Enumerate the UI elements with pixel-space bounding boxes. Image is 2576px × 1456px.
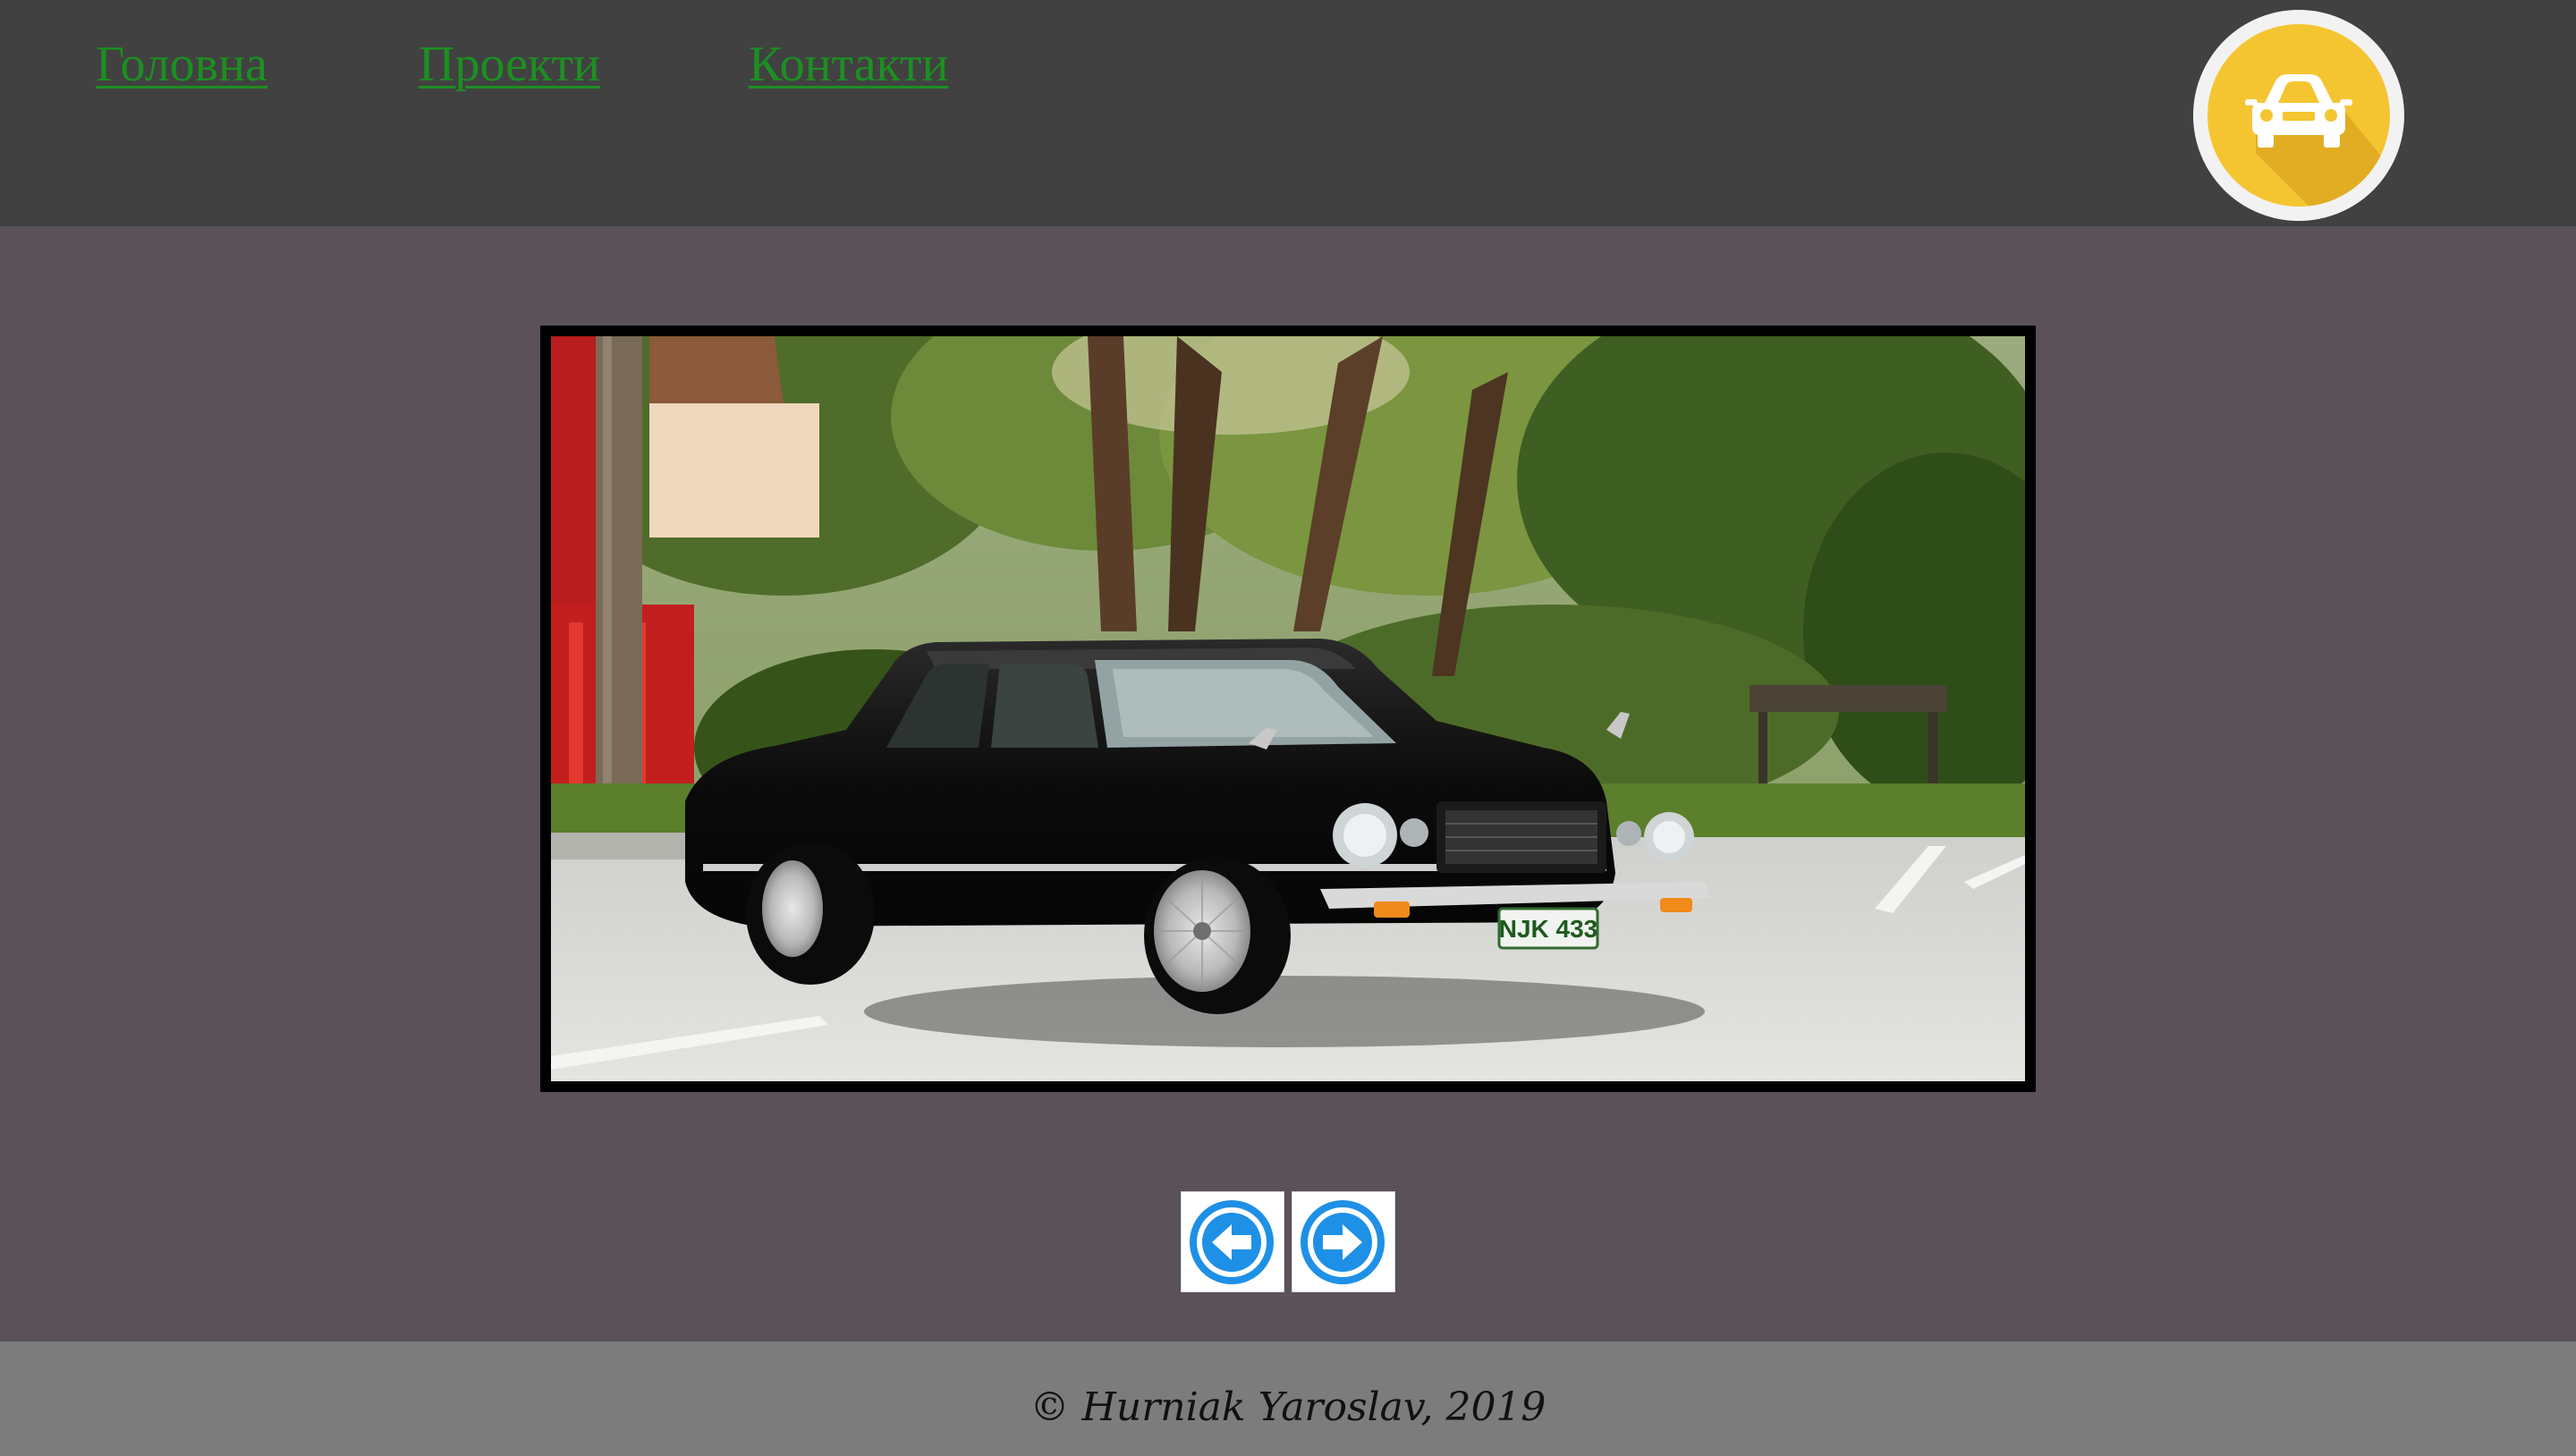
nav-link-contacts[interactable]: Контакти: [749, 36, 948, 93]
site-logo[interactable]: [2193, 10, 2404, 221]
previous-image-button[interactable]: [1181, 1191, 1284, 1292]
site-footer: © Hurniak Yaroslav, 2019: [0, 1342, 2576, 1456]
copyright-text: © Hurniak Yaroslav, 2019: [1030, 1384, 1546, 1430]
site-header: Головна Проекти Контакти: [0, 0, 2576, 226]
next-image-button[interactable]: [1292, 1191, 1395, 1292]
gallery-image-frame: NJK 433: [540, 326, 2036, 1092]
nav-link-projects[interactable]: Проекти: [419, 36, 600, 93]
nav-link-home[interactable]: Головна: [96, 36, 267, 93]
arrow-right-circle-icon: [1301, 1200, 1385, 1284]
license-plate-text: NJK 433: [1499, 915, 1598, 943]
car-icon: [2207, 24, 2390, 207]
gallery-image: NJK 433: [551, 336, 2025, 1081]
arrow-left-circle-icon: [1190, 1200, 1274, 1284]
